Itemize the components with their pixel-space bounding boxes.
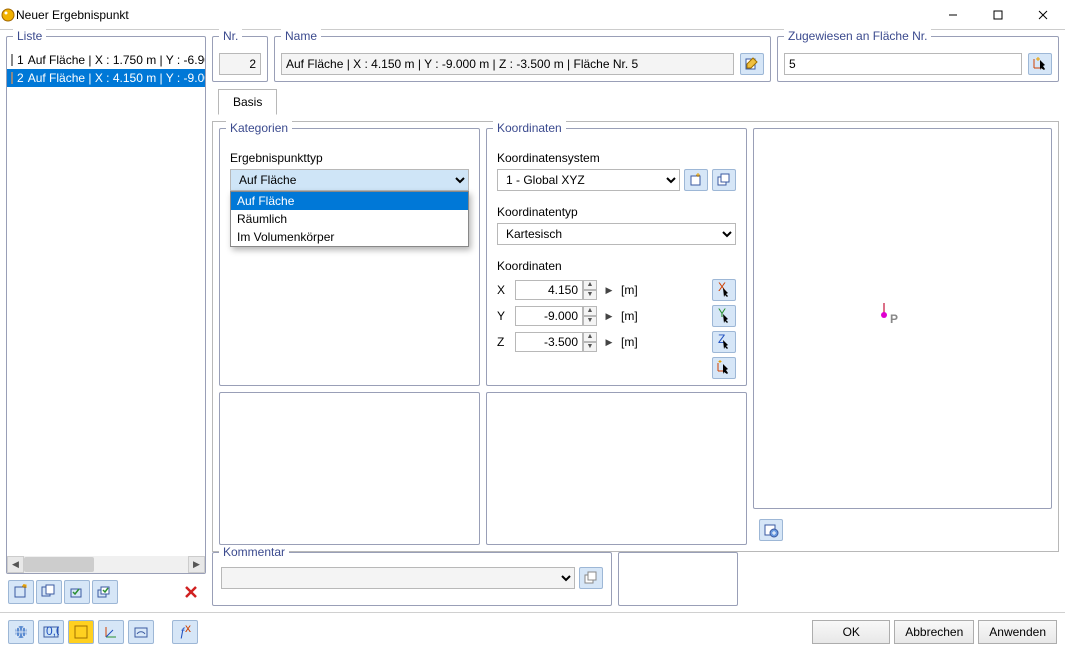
step-icon[interactable]: ▶: [603, 337, 615, 348]
app-icon: [0, 7, 16, 23]
list-toolbar: [6, 578, 206, 606]
horizontal-scrollbar[interactable]: ◀ ▶: [7, 556, 205, 573]
list-item-text: Auf Fläche | X : 4.150 m | Y : -9.00: [28, 71, 205, 85]
empty-panel-a: [219, 392, 480, 545]
cancel-button[interactable]: Abbrechen: [894, 620, 974, 644]
z-unit: [m]: [621, 335, 638, 349]
apply-button[interactable]: Anwenden: [978, 620, 1057, 644]
check-item-button[interactable]: [64, 580, 90, 604]
koordinatensystem-select[interactable]: 1 - Global XYZ: [497, 169, 680, 191]
dropdown-option[interactable]: Im Volumenkörper: [231, 228, 468, 246]
empty-panel-b: [486, 392, 747, 545]
axis-button[interactable]: [98, 620, 124, 644]
pick-xyz-button[interactable]: [712, 357, 736, 379]
footer-bar: 0,00 ƒx OK Abbrechen Anwenden: [0, 612, 1065, 650]
edit-name-button[interactable]: [740, 53, 764, 75]
pick-x-button[interactable]: X: [712, 279, 736, 301]
kategorien-title: Kategorien: [226, 121, 292, 135]
assign-title: Zugewiesen an Fläche Nr.: [784, 29, 931, 43]
x-unit: [m]: [621, 283, 638, 297]
koordinatentyp-label: Koordinatentyp: [497, 205, 736, 219]
list-item-text: Auf Fläche | X : 1.750 m | Y : -6.90: [28, 53, 205, 67]
ergebnispunkttyp-label: Ergebnispunkttyp: [230, 151, 469, 165]
ergebnispunkttyp-select[interactable]: Auf Fläche: [230, 169, 469, 191]
window-title: Neuer Ergebnispunkt: [16, 8, 930, 22]
color-swatch: [11, 72, 13, 84]
nr-title: Nr.: [219, 29, 242, 43]
x-input[interactable]: ▲▼: [515, 280, 597, 300]
y-unit: [m]: [621, 309, 638, 323]
minimize-button[interactable]: [930, 0, 975, 30]
koordinaten-values-label: Koordinaten: [497, 259, 736, 273]
function-button[interactable]: ƒx: [172, 620, 198, 644]
koordinatentyp-select[interactable]: Kartesisch: [497, 223, 736, 245]
z-label: Z: [497, 335, 509, 349]
name-panel: Name: [274, 36, 771, 82]
pick-surface-button[interactable]: [1028, 53, 1052, 75]
assign-panel: Zugewiesen an Fläche Nr.: [777, 36, 1059, 82]
dropdown-option[interactable]: Auf Fläche: [231, 192, 468, 210]
scroll-thumb[interactable]: [24, 557, 94, 572]
close-button[interactable]: [1020, 0, 1065, 30]
z-input[interactable]: ▲▼: [515, 332, 597, 352]
list-panel-title: Liste: [13, 29, 46, 43]
x-label: X: [497, 283, 509, 297]
list-panel: Liste 1 Auf Fläche | X : 1.750 m | Y : -…: [6, 36, 206, 574]
list-item[interactable]: 1 Auf Fläche | X : 1.750 m | Y : -6.90: [7, 51, 205, 69]
step-icon[interactable]: ▶: [603, 285, 615, 296]
cs-library-button[interactable]: [712, 169, 736, 191]
list-item[interactable]: 2 Auf Fläche | X : 4.150 m | Y : -9.00: [7, 69, 205, 87]
y-input[interactable]: ▲▼: [515, 306, 597, 326]
name-input[interactable]: [281, 53, 734, 75]
title-bar: Neuer Ergebnispunkt: [0, 0, 1065, 30]
nr-input[interactable]: [219, 53, 261, 75]
y-label: Y: [497, 309, 509, 323]
kommentar-library-button[interactable]: [579, 567, 603, 589]
tab-strip: Basis: [212, 88, 1059, 116]
preview-settings-button[interactable]: [759, 519, 783, 541]
kommentar-select[interactable]: [221, 567, 575, 589]
svg-text:0,00: 0,00: [46, 624, 59, 638]
name-title: Name: [281, 29, 321, 43]
color-swatch: [11, 54, 13, 66]
ok-button[interactable]: OK: [812, 620, 890, 644]
delete-item-button[interactable]: [178, 580, 204, 604]
kommentar-title: Kommentar: [219, 545, 289, 559]
dropdown-option[interactable]: Räumlich: [231, 210, 468, 228]
check-all-button[interactable]: [92, 580, 118, 604]
empty-panel-c: [618, 552, 738, 606]
nr-panel: Nr.: [212, 36, 268, 82]
preview-panel: P: [753, 128, 1052, 509]
maximize-button[interactable]: [975, 0, 1020, 30]
kategorien-panel: Kategorien Ergebnispunkttyp Auf Fläche A…: [219, 128, 480, 386]
units-button[interactable]: 0,00: [38, 620, 64, 644]
assign-input[interactable]: [784, 53, 1022, 75]
new-cs-button[interactable]: [684, 169, 708, 191]
step-icon[interactable]: ▶: [603, 311, 615, 322]
kommentar-panel: Kommentar: [212, 552, 612, 606]
koordinaten-panel: Koordinaten Koordinatensystem 1 - Global…: [486, 128, 747, 386]
color-toggle-button[interactable]: [68, 620, 94, 644]
ergebnispunkttyp-dropdown: Auf Fläche Räumlich Im Volumenkörper: [230, 191, 469, 247]
list-item-num: 1: [17, 53, 24, 67]
help-button[interactable]: [8, 620, 34, 644]
preview-marker: P: [874, 301, 902, 332]
scroll-right-arrow[interactable]: ▶: [188, 556, 205, 573]
list-item-num: 2: [17, 71, 24, 85]
new-item-button[interactable]: [8, 580, 34, 604]
svg-text:x: x: [185, 624, 191, 635]
pick-z-button[interactable]: Z: [712, 331, 736, 353]
svg-text:P: P: [890, 312, 898, 326]
view-button[interactable]: [128, 620, 154, 644]
pick-y-button[interactable]: Y: [712, 305, 736, 327]
koordinatensystem-label: Koordinatensystem: [497, 151, 736, 165]
tab-basis[interactable]: Basis: [218, 89, 277, 115]
scroll-left-arrow[interactable]: ◀: [7, 556, 24, 573]
copy-item-button[interactable]: [36, 580, 62, 604]
koordinaten-title: Koordinaten: [493, 121, 566, 135]
